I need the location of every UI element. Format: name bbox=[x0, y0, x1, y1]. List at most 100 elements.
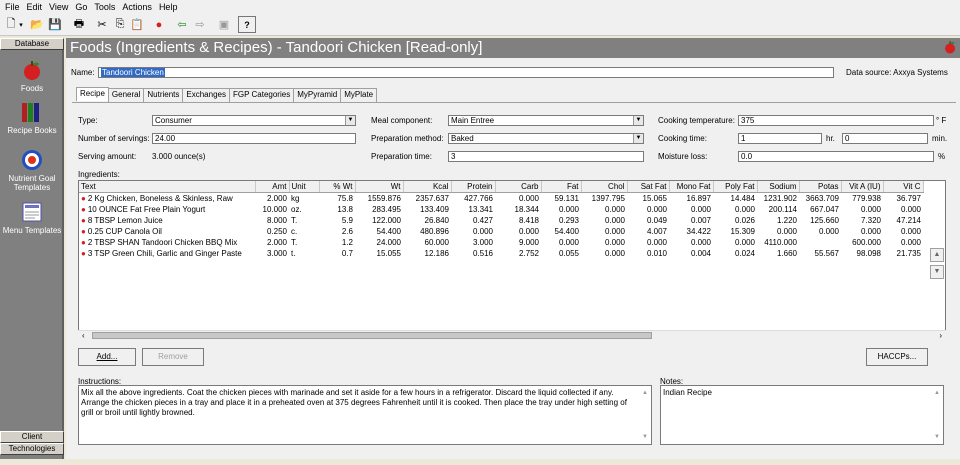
scroll-left-icon[interactable]: ‹ bbox=[82, 331, 85, 340]
copy-icon[interactable]: ⎘ bbox=[111, 16, 129, 33]
table-cell: 1559.876 bbox=[367, 193, 401, 203]
data-source-label: Data source: Axxya Systems bbox=[846, 68, 948, 77]
ingredients-grid[interactable]: Text Amt Unit % Wt Wt Kcal Protein Carb … bbox=[78, 180, 946, 340]
sidebar-item-recipe-books[interactable]: Recipe Books bbox=[0, 100, 64, 135]
table-cell: 0.516 bbox=[472, 248, 493, 258]
tab-general[interactable]: General bbox=[107, 88, 145, 102]
prep-method-select[interactable]: Baked ▼ bbox=[448, 133, 644, 144]
menu-file[interactable]: File bbox=[3, 0, 25, 14]
table-cell: 12.186 bbox=[424, 248, 449, 258]
forward-arrow-icon[interactable]: ⇨ bbox=[191, 16, 209, 33]
table-row[interactable]: ● 0.25 CUP Canola Oil 0.250 c. 2.6 54.400 480.… bbox=[79, 226, 923, 237]
menu-tools[interactable]: Tools bbox=[92, 0, 120, 14]
paste-icon[interactable]: 📋 bbox=[128, 16, 146, 33]
tab-recipe[interactable]: Recipe bbox=[76, 87, 109, 101]
column-header[interactable]: Chol bbox=[581, 181, 628, 193]
prep-time-label: Preparation time: bbox=[371, 152, 432, 161]
menu-edit[interactable]: Edit bbox=[25, 0, 48, 14]
new-dropdown-icon[interactable]: ▾ bbox=[16, 16, 26, 33]
notes-textarea[interactable]: Indian Recipe ▲ ▼ bbox=[660, 385, 944, 445]
table-cell: 0.000 bbox=[558, 204, 579, 214]
table-cell: 0.000 bbox=[558, 237, 579, 247]
cut-icon[interactable]: ✂ bbox=[93, 16, 111, 33]
prep-time-field[interactable]: 3 bbox=[448, 151, 644, 162]
menu-actions[interactable]: Actions bbox=[120, 0, 157, 14]
tab-nutrients[interactable]: Nutrients bbox=[143, 88, 184, 102]
help-icon[interactable]: ? bbox=[238, 16, 256, 33]
save-icon[interactable]: 💾 bbox=[46, 16, 64, 33]
apple-icon: ● bbox=[81, 215, 86, 225]
table-row[interactable]: ● 3 TSP Green Chili, Garlic and Ginger Pa… bbox=[79, 248, 923, 259]
servings-field[interactable]: 24.00 bbox=[152, 133, 356, 144]
haccp-button[interactable]: HACCPs... bbox=[866, 348, 928, 366]
chevron-down-icon[interactable]: ▼ bbox=[345, 116, 355, 125]
table-row[interactable]: ● 2 TBSP SHAN Tandoori Chicken BBQ Mix 2.0… bbox=[79, 237, 923, 248]
column-header[interactable]: % Wt bbox=[319, 181, 356, 193]
menu-go[interactable]: Go bbox=[73, 0, 92, 14]
tab-exchanges[interactable]: Exchanges bbox=[182, 88, 230, 102]
name-field[interactable]: Tandoori Chicken bbox=[98, 67, 834, 78]
column-header[interactable]: Sodium bbox=[757, 181, 800, 193]
column-header[interactable]: Sat Fat bbox=[627, 181, 670, 193]
table-cell: 0.000 bbox=[900, 237, 921, 247]
column-header[interactable]: Vit C bbox=[883, 181, 924, 193]
move-down-icon[interactable]: ▼ bbox=[930, 265, 944, 279]
column-header[interactable]: Vit A (IU) bbox=[841, 181, 884, 193]
cooking-temperature-field[interactable]: 375 bbox=[738, 115, 934, 126]
column-header[interactable]: Fat bbox=[541, 181, 582, 193]
scroll-down-icon[interactable]: ▼ bbox=[934, 432, 940, 442]
menu-help[interactable]: Help bbox=[157, 0, 183, 14]
scroll-right-icon[interactable]: › bbox=[939, 331, 942, 340]
add-button[interactable]: Add... bbox=[78, 348, 136, 366]
scroll-down-icon[interactable]: ▼ bbox=[642, 432, 648, 442]
sidebar-header[interactable]: Database bbox=[0, 38, 64, 50]
scroll-up-icon[interactable]: ▲ bbox=[934, 388, 940, 398]
move-up-icon[interactable]: ▲ bbox=[930, 248, 944, 262]
back-arrow-icon[interactable]: ⇦ bbox=[173, 16, 191, 33]
scrollbar-thumb[interactable] bbox=[92, 332, 652, 339]
cooking-time-minutes-field[interactable]: 0 bbox=[842, 133, 928, 144]
column-header[interactable]: Mono Fat bbox=[669, 181, 714, 193]
column-header[interactable]: Unit bbox=[289, 181, 320, 193]
tab-mypyramid[interactable]: MyPyramid bbox=[293, 88, 342, 102]
instructions-textarea[interactable]: Mix all the above ingredients. Coat the … bbox=[78, 385, 652, 445]
sidebar-footer-technologies[interactable]: Technologies bbox=[0, 443, 64, 455]
column-header[interactable]: Wt bbox=[355, 181, 404, 193]
open-folder-icon[interactable]: 📂 bbox=[28, 16, 46, 33]
properties-icon[interactable]: ▣ bbox=[215, 16, 233, 33]
horizontal-scrollbar[interactable]: ‹ › bbox=[78, 330, 946, 340]
table-row[interactable]: ● 10 OUNCE Fat Free Plain Yogurt 10.000 oz.… bbox=[79, 204, 923, 215]
tab-fgp-categories[interactable]: FGP Categories bbox=[228, 88, 295, 102]
meal-component-select[interactable]: Main Entree ▼ bbox=[448, 115, 644, 126]
column-header[interactable]: Carb bbox=[495, 181, 542, 193]
remove-button[interactable]: Remove bbox=[142, 348, 204, 366]
sidebar-item-menu-templates[interactable]: Menu Templates bbox=[0, 200, 64, 235]
apple-icon[interactable]: ● bbox=[150, 16, 168, 33]
tab-myplate[interactable]: MyPlate bbox=[340, 88, 378, 102]
sidebar-footer-client[interactable]: Client bbox=[0, 431, 64, 443]
chevron-down-icon[interactable]: ▼ bbox=[633, 134, 643, 143]
table-cell: 5.9 bbox=[341, 215, 353, 225]
table-cell: 0.000 bbox=[900, 226, 921, 236]
table-cell: 13.8 bbox=[337, 204, 353, 214]
print-icon[interactable]: 🖶 bbox=[70, 16, 88, 33]
column-header[interactable]: Kcal bbox=[403, 181, 452, 193]
moisture-loss-field[interactable]: 0.0 bbox=[738, 151, 934, 162]
column-header[interactable]: Potas bbox=[799, 181, 842, 193]
table-cell: 1231.902 bbox=[763, 193, 797, 203]
scroll-up-icon[interactable]: ▲ bbox=[642, 388, 648, 398]
table-cell: 14.484 bbox=[730, 193, 755, 203]
haccp-button-label: HACCPs... bbox=[877, 352, 917, 361]
table-row[interactable]: ● 2 Kg Chicken, Boneless & Skinless, Raw 2… bbox=[79, 192, 923, 204]
cooking-time-hours-field[interactable]: 1 bbox=[738, 133, 822, 144]
column-header[interactable]: Protein bbox=[451, 181, 496, 193]
sidebar-item-nutrient-goal-templates[interactable]: Nutrient Goal Templates bbox=[0, 148, 64, 192]
chevron-down-icon[interactable]: ▼ bbox=[633, 116, 643, 125]
type-select[interactable]: Consumer ▼ bbox=[152, 115, 356, 126]
column-header[interactable]: Text bbox=[79, 181, 256, 193]
column-header[interactable]: Poly Fat bbox=[713, 181, 758, 193]
table-row[interactable]: ● 8 TBSP Lemon Juice 8.000 T. 5.9 122.000 26.8… bbox=[79, 215, 923, 226]
menu-view[interactable]: View bbox=[47, 0, 73, 14]
column-header[interactable]: Amt bbox=[255, 181, 290, 193]
sidebar-item-foods[interactable]: Foods bbox=[0, 58, 64, 93]
